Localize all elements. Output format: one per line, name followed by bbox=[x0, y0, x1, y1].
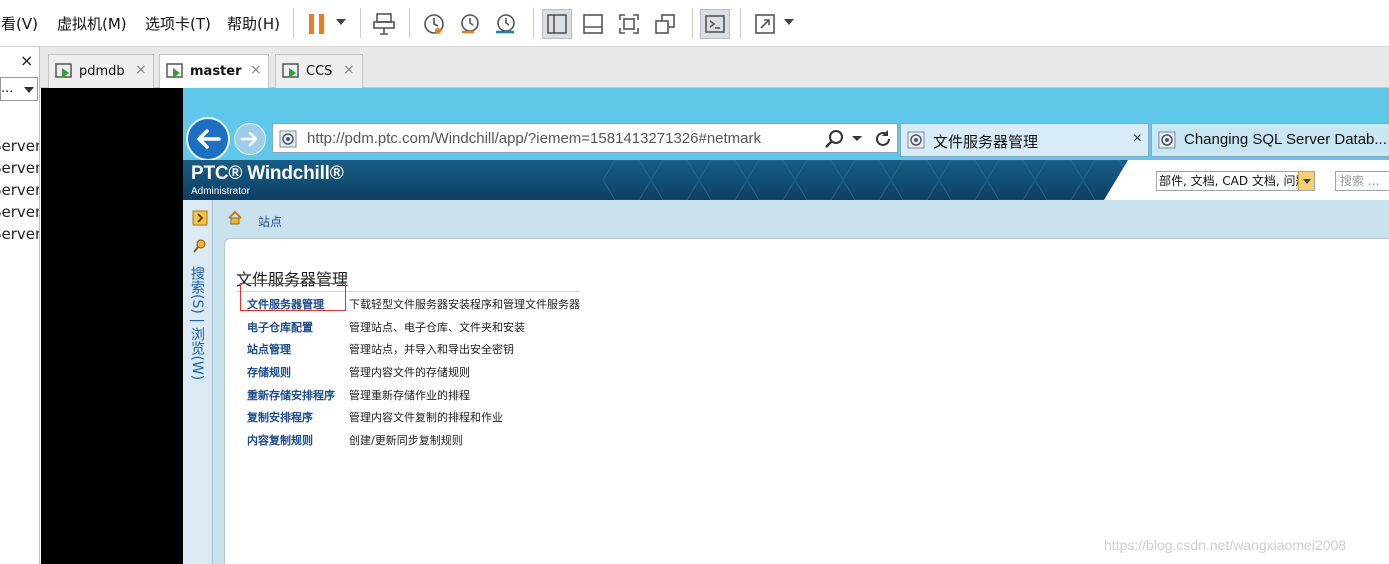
highlight-annotation-box bbox=[240, 283, 346, 311]
unity-icon[interactable] bbox=[650, 9, 680, 39]
menu-vm[interactable]: 虚拟机(M) bbox=[57, 13, 127, 34]
revert-snapshot-icon[interactable] bbox=[455, 9, 485, 39]
toolbar-divider bbox=[533, 8, 534, 38]
breadcrumb-site[interactable]: 站点 bbox=[258, 213, 282, 230]
close-icon[interactable]: × bbox=[135, 62, 147, 78]
url-text[interactable]: http://pdm.ptc.com/Windchill/app/?iemem=… bbox=[307, 130, 761, 147]
toolbar-divider bbox=[293, 8, 294, 38]
vm-tab-bar: pdmdb × master × CCS × bbox=[40, 47, 1389, 89]
search-type-value: 部件, 文档, CAD 文档, 问题报告 bbox=[1159, 174, 1315, 188]
vm-icon bbox=[166, 63, 183, 78]
list-item-description: 管理站点，并导入和导出安全密钥 bbox=[349, 343, 514, 356]
browser-tab-title: Changing SQL Server Datab... bbox=[1184, 131, 1387, 148]
navigator-search-browse[interactable]: 搜索(S) | 浏览(W) bbox=[189, 266, 207, 380]
stretch-dropdown-icon[interactable] bbox=[784, 19, 794, 25]
console-view-icon[interactable] bbox=[700, 9, 730, 39]
library-filter-value: ... bbox=[1, 81, 14, 96]
browser-tab-title: 文件服务器管理 bbox=[933, 134, 1039, 151]
list-item-description: 管理内容文件的存储规则 bbox=[349, 366, 470, 379]
rehost-scheduler-link[interactable]: 重新存储安排程序 bbox=[247, 387, 335, 403]
expand-navigator-icon[interactable] bbox=[192, 210, 208, 226]
header-slant bbox=[1104, 160, 1128, 200]
search-type-select[interactable]: 部件, 文档, CAD 文档, 问题报告 bbox=[1156, 171, 1315, 191]
library-item[interactable]: Server bbox=[0, 137, 39, 155]
content-replication-rules-link[interactable]: 内容复制规则 bbox=[247, 432, 313, 448]
toolbar-divider bbox=[740, 8, 741, 38]
stretch-guest-icon[interactable] bbox=[750, 9, 780, 39]
replication-scheduler-link[interactable]: 复制安排程序 bbox=[247, 409, 313, 425]
current-user[interactable]: Administrator bbox=[191, 186, 250, 197]
browser-tab-sql-server[interactable]: Changing SQL Server Datab... bbox=[1151, 123, 1389, 157]
chevron-down-icon bbox=[24, 87, 34, 93]
fullscreen-icon[interactable] bbox=[614, 9, 644, 39]
list-item-description: 创建/更新同步复制规则 bbox=[349, 434, 463, 447]
list-item-description: 管理站点、电子仓库、文件夹和安装 bbox=[349, 321, 525, 334]
list-item-description: 下载轻型文件服务器安装程序和管理文件服务器 bbox=[349, 298, 580, 311]
show-library-icon[interactable] bbox=[542, 9, 572, 39]
close-icon[interactable]: × bbox=[20, 51, 33, 70]
library-item[interactable]: Server bbox=[0, 203, 39, 221]
vm-tab-label: master bbox=[190, 64, 242, 79]
toolbar-divider bbox=[409, 8, 410, 38]
windchill-body: 搜索(S) | 浏览(W) 站点 文件服务器管理 文件服务器管理 下载轻型文件服… bbox=[183, 200, 1389, 564]
close-icon[interactable]: × bbox=[250, 62, 262, 78]
list-item-description: 管理重新存储作业的排程 bbox=[349, 389, 470, 402]
arrow-right-icon bbox=[240, 131, 258, 147]
windchill-logo[interactable]: PTC® Windchill® bbox=[191, 163, 344, 185]
menu-tabs[interactable]: 选项卡(T) bbox=[145, 13, 211, 34]
browser-tab-file-server[interactable]: 文件服务器管理 × bbox=[900, 123, 1149, 157]
site-favicon-icon bbox=[1158, 131, 1176, 149]
site-admin-link[interactable]: 站点管理 bbox=[247, 341, 291, 357]
chevron-down-icon[interactable] bbox=[1298, 172, 1314, 190]
vm-icon bbox=[55, 63, 72, 78]
toolbar-divider bbox=[692, 8, 693, 38]
library-panel: × ... Server Server Server Server Server bbox=[0, 47, 40, 564]
pause-icon[interactable] bbox=[302, 9, 332, 39]
refresh-icon[interactable] bbox=[873, 129, 893, 149]
library-item[interactable]: Server bbox=[0, 225, 39, 243]
list-item-description: 管理内容文件复制的排程和作业 bbox=[349, 411, 503, 424]
send-ctrl-alt-del-icon[interactable] bbox=[369, 9, 399, 39]
vmware-menubar: 查看(V) 虚拟机(M) 选项卡(T) 帮助(H) bbox=[0, 0, 1389, 47]
library-item[interactable]: Server bbox=[0, 181, 39, 199]
menu-help[interactable]: 帮助(H) bbox=[227, 13, 280, 34]
vm-tab-ccs[interactable]: CCS × bbox=[275, 54, 363, 88]
navigator-sidebar: 搜索(S) | 浏览(W) bbox=[183, 200, 213, 564]
snapshot-manager-icon[interactable] bbox=[491, 9, 521, 39]
back-button[interactable] bbox=[186, 117, 230, 161]
vm-tab-pdmdb[interactable]: pdmdb × bbox=[48, 54, 154, 88]
search-icon[interactable] bbox=[824, 129, 846, 149]
main-content: 文件服务器管理 文件服务器管理 下载轻型文件服务器安装程序和管理文件服务器 电子… bbox=[224, 238, 1389, 564]
close-icon[interactable]: × bbox=[343, 62, 355, 78]
guest-browser-window: http://pdm.ptc.com/Windchill/app/?iemem=… bbox=[183, 88, 1389, 564]
library-filter-select[interactable]: ... bbox=[0, 77, 38, 101]
vault-config-link[interactable]: 电子仓库配置 bbox=[247, 319, 313, 335]
close-icon[interactable]: × bbox=[1133, 130, 1142, 148]
vm-tab-label: CCS bbox=[306, 64, 333, 79]
arrow-left-icon bbox=[197, 129, 221, 149]
site-favicon-icon bbox=[279, 130, 297, 148]
vm-icon bbox=[282, 63, 299, 78]
menu-view[interactable]: 查看(V) bbox=[0, 13, 38, 34]
vm-tab-label: pdmdb bbox=[79, 64, 125, 79]
vm-tab-master[interactable]: master × bbox=[159, 54, 269, 89]
storage-rules-link[interactable]: 存储规则 bbox=[247, 364, 291, 380]
windchill-search-area: 部件, 文档, CAD 文档, 问题报告 搜索 ... bbox=[1104, 160, 1389, 200]
chevron-down-icon[interactable] bbox=[851, 135, 863, 143]
library-item[interactable]: Server bbox=[0, 159, 39, 177]
home-icon[interactable] bbox=[227, 210, 243, 226]
pause-dropdown-icon[interactable] bbox=[336, 19, 346, 25]
toolbar-divider bbox=[360, 8, 361, 38]
forward-button[interactable] bbox=[234, 123, 266, 155]
watermark: https://blog.csdn.net/wangxiaomei2008 bbox=[1104, 537, 1347, 553]
snapshot-icon[interactable] bbox=[419, 9, 449, 39]
windchill-header: PTC® Windchill® Administrator 部件, 文档, CA… bbox=[183, 160, 1389, 200]
search-icon[interactable] bbox=[192, 238, 208, 254]
thumbnail-bar-icon[interactable] bbox=[578, 9, 608, 39]
address-bar[interactable]: http://pdm.ptc.com/Windchill/app/?iemem=… bbox=[272, 123, 898, 153]
site-favicon-icon bbox=[907, 131, 925, 149]
search-input[interactable]: 搜索 ... bbox=[1335, 171, 1389, 191]
